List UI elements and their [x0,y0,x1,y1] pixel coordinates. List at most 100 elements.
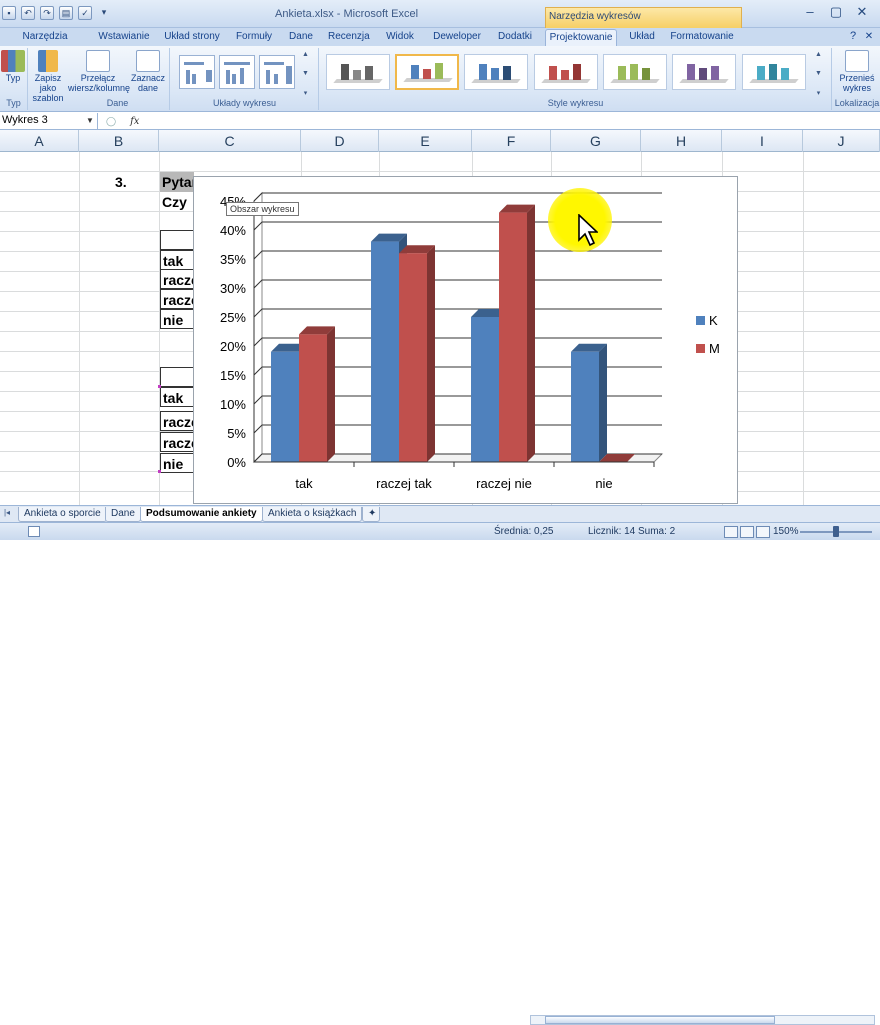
style-option-6[interactable] [672,54,736,90]
ribbon-tabs: Narzędzia główne Wstawianie Układ strony… [0,28,880,57]
style-option-2-selected[interactable] [395,54,459,90]
style-option-1[interactable] [326,54,390,90]
bar [371,241,399,462]
table1-header-cell[interactable] [160,230,194,250]
bar-side [527,204,535,462]
y-tick-label: 40% [220,223,246,238]
sheet-tab-ankieta-sport[interactable]: Ankieta o sporcie [18,507,107,522]
horizontal-scrollbar[interactable] [530,1015,875,1025]
layouts-scroll[interactable]: ▲ ▼ ▾ [301,51,310,97]
style-option-3[interactable] [464,54,528,90]
switch-row-column-button[interactable]: Przełącz wiersz/kolumnę [68,50,130,93]
sheet-tab-podsumowanie[interactable]: Podsumowanie ankiety [140,507,263,522]
table1-row-nie[interactable]: nie [160,309,194,329]
spelling-icon[interactable]: ✓ [78,6,92,20]
table2-header-cell[interactable] [160,367,194,387]
table2-row-raczej-nie[interactable]: raczej nie [160,432,194,452]
window-title: Ankieta.xlsx - Microsoft Excel [275,8,419,20]
range-selection-handle[interactable] [158,385,161,388]
column-header-g[interactable]: G [551,130,641,152]
column-header-b[interactable]: B [79,130,159,152]
column-header-i[interactable]: I [722,130,803,152]
style-option-5[interactable] [603,54,667,90]
save-icon[interactable]: ▪ [2,6,16,20]
page-break-view-icon[interactable] [756,526,770,538]
tab-data[interactable]: Dane [286,29,316,46]
tab-home[interactable]: Narzędzia główne [6,29,84,57]
tab-insert[interactable]: Wstawianie [98,29,150,46]
tab-developer[interactable]: Deweloper [432,29,482,46]
macro-record-icon[interactable] [28,526,40,537]
legend-swatch [696,344,705,353]
sheet-tab-ankieta-ksiazki[interactable]: Ankieta o książkach [262,507,363,522]
style-option-7[interactable] [742,54,806,90]
tab-view[interactable]: Widok [382,29,418,46]
column-header-h[interactable]: H [641,130,722,152]
maximize-button[interactable]: ▢ [824,4,848,22]
tab-design[interactable]: Projektowanie [545,29,617,46]
table1-row-tak[interactable]: tak [160,250,194,270]
tab-review[interactable]: Recenzja [328,29,370,46]
table1-row-raczej-tak[interactable]: raczej tak [160,269,194,289]
layout-option-3[interactable] [259,55,295,89]
cell-question-text[interactable]: Czy [162,192,194,212]
column-header-c[interactable]: C [159,130,301,152]
insert-sheet-icon[interactable]: ✦ [362,507,380,522]
cell-question-title[interactable]: Pytanie [160,172,194,192]
minimize-button[interactable]: – [798,4,822,22]
cell-question-number[interactable]: 3. [115,172,127,192]
save-template-button[interactable]: Zapisz jako szablon [32,50,64,103]
table2-row-tak[interactable]: tak [160,387,194,407]
first-sheet-icon[interactable]: |◂ [2,508,12,520]
bar-side [327,326,335,462]
table1-row-raczej-nie[interactable]: raczej nie [160,289,194,309]
page-layout-view-icon[interactable] [740,526,754,538]
chart-area[interactable]: 0%5%10%15%20%25%30%35%40%45%takraczej ta… [193,176,738,504]
tab-format[interactable]: Formatowanie [670,29,734,46]
customize-qat-icon[interactable]: ▾ [97,6,111,20]
formula-input[interactable] [160,112,880,130]
scrollbar-thumb[interactable] [545,1016,775,1024]
tab-formulas[interactable]: Formuły [234,29,274,46]
column-header-e[interactable]: E [379,130,472,152]
close-button[interactable]: ✕ [850,4,874,22]
y-tick-label: 0% [227,455,246,470]
chart-area-tooltip: Obszar wykresu [226,202,299,216]
range-selection-handle[interactable] [158,470,161,473]
layout-option-2[interactable] [219,55,255,89]
switch-row-column-icon [86,50,110,72]
zoom-level[interactable]: 150% [773,526,799,537]
styles-scroll[interactable]: ▲ ▼ ▾ [814,51,823,97]
column-header-j[interactable]: J [803,130,880,152]
tab-addins[interactable]: Dodatki [494,29,536,46]
style-option-4[interactable] [534,54,598,90]
zoom-slider-knob[interactable] [833,526,839,537]
redo-icon[interactable]: ↷ [40,6,54,20]
column-header-f[interactable]: F [472,130,551,152]
insert-function-button[interactable]: fx [130,116,139,127]
undo-icon[interactable]: ↶ [21,6,35,20]
ribbon-close-icon[interactable]: ✕ [862,29,876,46]
tab-layout[interactable]: Układ [624,29,660,46]
ribbon: Typ Typ Zapisz jako szablon Przełącz wie… [0,46,880,112]
tab-page-layout[interactable]: Układ strony [164,29,220,46]
table2-row-nie[interactable]: nie [160,453,194,473]
name-box-dropdown-icon[interactable]: ▼ [86,113,94,128]
select-data-button[interactable]: Zaznacz dane [130,50,166,93]
print-preview-icon[interactable]: ▤ [59,6,73,20]
normal-view-icon[interactable] [724,526,738,538]
group-data: Przełącz wiersz/kolumnę Zaznacz dane Dan… [66,48,170,110]
bar-chart[interactable]: 0%5%10%15%20%25%30%35%40%45%takraczej ta… [194,177,739,505]
column-header-a[interactable]: A [0,130,79,152]
move-chart-button[interactable]: Przenieś wykres [836,50,878,93]
column-header-d[interactable]: D [301,130,379,152]
change-type-button[interactable]: Typ [0,50,26,83]
column-headers: A B C D E F G H I J [0,130,880,152]
name-box[interactable]: Wykres 3 ▼ [0,113,98,129]
sheet-tab-dane[interactable]: Dane [105,507,141,522]
y-tick-label: 25% [220,310,246,325]
help-icon[interactable]: ? [846,29,860,46]
layout-option-1[interactable] [179,55,215,89]
formula-bar: Wykres 3 ▼ ◯ fx [0,112,880,130]
table2-row-raczej-tak[interactable]: raczej tak [160,411,194,431]
